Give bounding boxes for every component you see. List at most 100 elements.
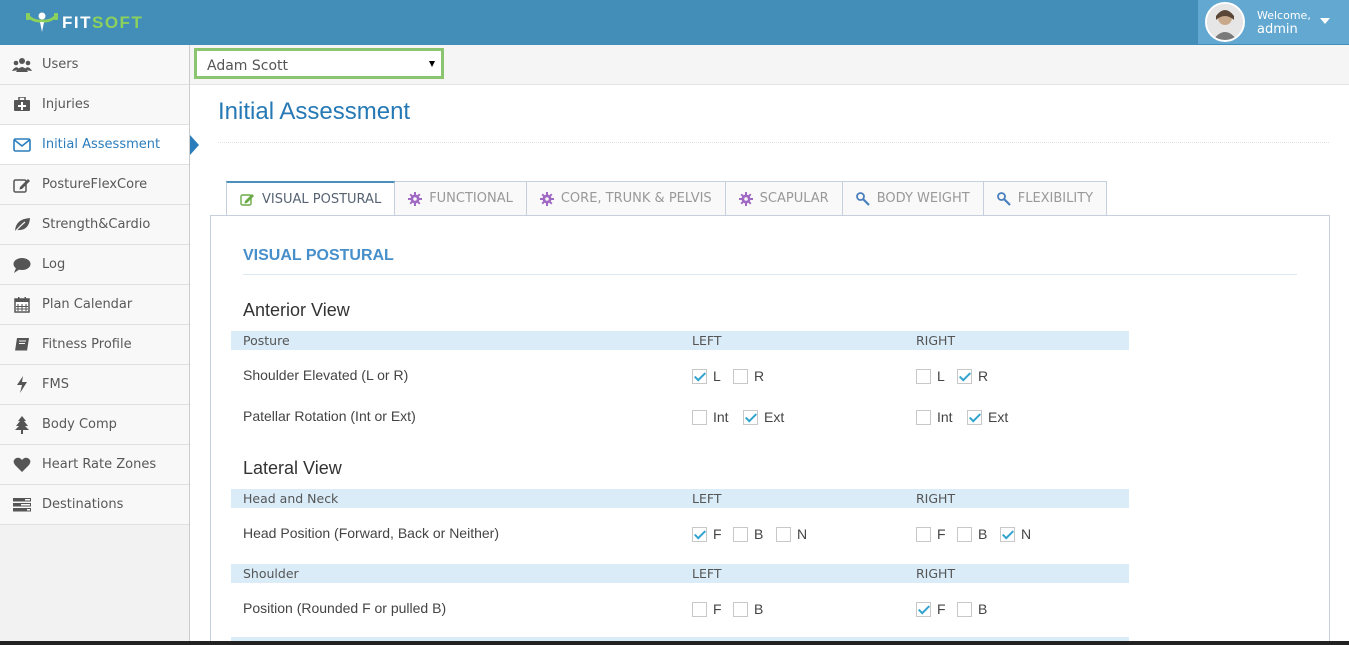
sidebar: Users Injuries Initial Assessment Postur…: [0, 45, 190, 645]
sidebar-item-label: Initial Assessment: [42, 137, 161, 152]
shoulder-left-r-checkbox[interactable]: R: [733, 368, 764, 384]
checkbox-checked: [1000, 526, 1015, 542]
book-icon: [12, 335, 32, 355]
tab-visual-postural[interactable]: VISUAL POSTURAL: [226, 181, 396, 217]
logo-text-fit: FIT: [62, 13, 92, 32]
sidebar-item-destinations[interactable]: Destinations: [0, 485, 189, 525]
shoulder-left-l-checkbox[interactable]: L: [692, 368, 721, 384]
checkbox: [916, 409, 931, 425]
tab-scapular[interactable]: SCAPULAR: [725, 181, 843, 216]
option-label: B: [978, 601, 988, 617]
right-col-label: RIGHT: [916, 333, 956, 348]
sidebar-item-label: PostureFlexCore: [42, 177, 148, 192]
right-col-label: RIGHT: [916, 566, 956, 581]
tab-label: FLEXIBILITY: [1017, 191, 1094, 206]
page-title: Initial Assessment: [218, 98, 411, 125]
head-left-b-checkbox[interactable]: B: [733, 526, 763, 542]
checkbox: [692, 409, 707, 425]
sidebar-item-label: Destinations: [42, 497, 124, 512]
shoulder-right-l-checkbox[interactable]: L: [916, 368, 945, 384]
head-right-b-checkbox[interactable]: B: [957, 526, 987, 542]
tab-body-weight[interactable]: BODY WEIGHT: [842, 181, 984, 216]
tab-functional[interactable]: FUNCTIONAL: [395, 181, 527, 216]
tab-core-trunk-pelvis[interactable]: CORE, TRUNK & PELVIS: [526, 181, 726, 216]
sidebar-item-label: Body Comp: [42, 417, 117, 432]
band-label: Shoulder: [243, 566, 299, 581]
left-col-label: LEFT: [692, 333, 722, 348]
option-label: B: [754, 526, 764, 542]
checkbox: [733, 526, 748, 542]
checkbox: [733, 601, 748, 617]
assessment-tabs: VISUAL POSTURAL FUNCTIONAL CORE, TRUNK &…: [226, 181, 1108, 217]
divider: [218, 142, 1329, 143]
sidebar-item-injuries[interactable]: Injuries: [0, 85, 189, 125]
gear-icon: [408, 191, 423, 206]
edit-icon: [240, 193, 255, 206]
anterior-view-title: Anterior View: [243, 300, 350, 320]
sidebar-item-body-comp[interactable]: Body Comp: [0, 405, 189, 445]
checkbox-checked: [967, 409, 982, 425]
band-label: Posture: [243, 333, 290, 348]
option-label: F: [713, 526, 722, 542]
sidebar-item-log[interactable]: Log: [0, 245, 189, 285]
checkbox: [916, 526, 931, 542]
sidebar-item-fitness-profile[interactable]: Fitness Profile: [0, 325, 189, 365]
user-menu[interactable]: Welcome, admin: [1198, 0, 1349, 44]
option-label: Ext: [988, 409, 1009, 425]
main-content: Adam Scott Initial Assessment VISUAL POS…: [190, 45, 1349, 645]
wrench-icon: [996, 191, 1011, 206]
patellar-right-int-checkbox[interactable]: Int: [916, 409, 953, 425]
tab-label: CORE, TRUNK & PELVIS: [560, 191, 712, 206]
patellar-right-ext-checkbox[interactable]: Ext: [967, 409, 1008, 425]
sidebar-item-label: Fitness Profile: [42, 337, 132, 352]
option-label: N: [1021, 526, 1032, 542]
sidebar-item-heart-rate-zones[interactable]: Heart Rate Zones: [0, 445, 189, 485]
position-left-f-checkbox[interactable]: F: [692, 601, 722, 617]
username: admin: [1257, 21, 1298, 37]
checkbox: [733, 368, 748, 384]
sidebar-item-plan-calendar[interactable]: Plan Calendar: [0, 285, 189, 325]
head-left-f-checkbox[interactable]: F: [692, 526, 722, 542]
lateral-view-title: Lateral View: [243, 458, 342, 478]
option-label: F: [937, 601, 946, 617]
logo-text-soft: SOFT: [92, 13, 144, 32]
envelope-icon: [12, 135, 32, 155]
gear-icon: [738, 191, 753, 206]
edit-icon: [12, 175, 32, 195]
caret-down-icon[interactable]: [1320, 18, 1330, 24]
shoulder-right-r-checkbox[interactable]: R: [957, 368, 988, 384]
chevron-down-icon: [429, 61, 435, 67]
sidebar-item-users[interactable]: Users: [0, 45, 189, 85]
calendar-icon: [12, 295, 32, 315]
tab-flexibility[interactable]: FLEXIBILITY: [983, 181, 1108, 216]
client-select-value: Adam Scott: [207, 58, 289, 74]
tree-icon: [12, 415, 32, 435]
tab-label: SCAPULAR: [759, 191, 829, 206]
head-left-n-checkbox[interactable]: N: [776, 526, 807, 542]
fitsoft-logo[interactable]: FITSOFT: [24, 9, 143, 37]
position-right-f-checkbox[interactable]: F: [916, 601, 946, 617]
patellar-left-int-checkbox[interactable]: Int: [692, 409, 729, 425]
client-select[interactable]: Adam Scott: [194, 48, 444, 79]
checkbox: [957, 526, 972, 542]
checkbox: [692, 601, 707, 617]
sidebar-item-label: Heart Rate Zones: [42, 457, 157, 472]
sidebar-item-initial-assessment[interactable]: Initial Assessment: [0, 125, 189, 165]
patellar-rotation-label: Patellar Rotation (Int or Ext): [243, 408, 416, 424]
divider: [243, 274, 1297, 275]
option-label: R: [754, 368, 765, 384]
head-right-f-checkbox[interactable]: F: [916, 526, 946, 542]
sidebar-item-label: Injuries: [42, 97, 90, 112]
patellar-left-ext-checkbox[interactable]: Ext: [743, 409, 784, 425]
band-label: Head and Neck: [243, 491, 339, 506]
position-left-b-checkbox[interactable]: B: [733, 601, 763, 617]
sidebar-item-postureflexcore[interactable]: PostureFlexCore: [0, 165, 189, 205]
option-label: L: [713, 368, 721, 384]
sidebar-item-strength-cardio[interactable]: Strength&Cardio: [0, 205, 189, 245]
sidebar-item-fms[interactable]: FMS: [0, 365, 189, 405]
head-right-n-checkbox[interactable]: N: [1000, 526, 1031, 542]
avatar: [1205, 2, 1245, 42]
sidebar-item-label: Plan Calendar: [42, 297, 133, 312]
position-right-b-checkbox[interactable]: B: [957, 601, 987, 617]
top-navbar: FITSOFT Welcome, admin: [0, 0, 1349, 45]
